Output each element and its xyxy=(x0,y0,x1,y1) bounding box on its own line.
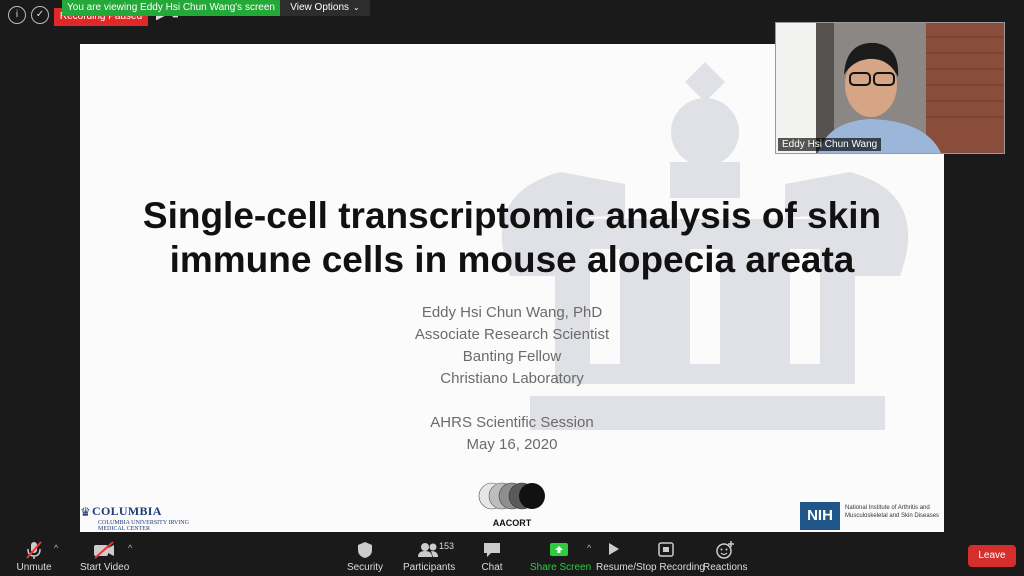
slide-title: Single-cell transcriptomic analysis of s… xyxy=(80,194,944,282)
smiley-plus-icon xyxy=(703,540,747,560)
unmute-button[interactable]: Unmute xyxy=(12,536,56,576)
columbia-logo-subtitle: COLUMBIA UNIVERSITY IRVING MEDICAL CENTE… xyxy=(98,520,189,532)
participants-count: 153 xyxy=(439,541,455,551)
chevron-down-icon: ⌄ xyxy=(353,3,360,12)
video-off-icon xyxy=(80,540,128,560)
nih-logo-box: NIH xyxy=(800,502,840,530)
share-screen-label: Share Screen xyxy=(530,562,592,573)
security-button[interactable]: Security xyxy=(345,536,385,576)
audio-options-chevron-icon[interactable]: ^ xyxy=(54,543,58,553)
resume-stop-recording-button[interactable]: Resume/Stop Recording xyxy=(596,536,705,576)
reactions-button[interactable]: Reactions xyxy=(703,536,747,576)
presenter-info: Eddy Hsi Chun Wang, PhD Associate Resear… xyxy=(80,302,944,456)
participant-video-tile[interactable]: Eddy Hsi Chun Wang xyxy=(775,22,1005,154)
shield-icon[interactable]: ✓ xyxy=(31,6,49,24)
aacort-logo: AACORT xyxy=(476,476,548,532)
view-options-button[interactable]: View Options ⌄ xyxy=(280,0,370,16)
unmute-label: Unmute xyxy=(16,562,52,573)
recording-label: Resume/Stop Recording xyxy=(596,562,705,573)
viewing-screen-banner: You are viewing Eddy Hsi Chun Wang's scr… xyxy=(62,0,280,16)
video-options-chevron-icon[interactable]: ^ xyxy=(128,543,132,553)
nih-logo: NIH National Institute of Arthritis and … xyxy=(800,502,940,530)
leave-meeting-button[interactable]: Leave xyxy=(968,545,1016,567)
crown-icon: ♛ xyxy=(80,505,91,519)
presenter-fellowship: Banting Fellow xyxy=(462,348,562,365)
chat-label: Chat xyxy=(481,562,503,573)
aacort-label: AACORT xyxy=(492,518,532,528)
columbia-logo-name: COLUMBIA xyxy=(92,504,162,518)
aacort-heads-icon xyxy=(478,482,545,510)
start-video-label: Start Video xyxy=(80,562,130,573)
share-options-chevron-icon[interactable]: ^ xyxy=(587,543,591,553)
session-name: AHRS Scientific Session xyxy=(430,414,594,431)
columbia-logo: ♛ COLUMBIA COLUMBIA UNIVERSITY IRVING ME… xyxy=(80,504,190,532)
participant-video-feed xyxy=(776,23,1004,153)
reactions-label: Reactions xyxy=(703,562,748,573)
chat-button[interactable]: Chat xyxy=(474,536,510,576)
nih-institute-text: National Institute of Arthritis and Musc… xyxy=(845,505,940,519)
share-screen-icon xyxy=(530,540,588,560)
session-date: May 16, 2020 xyxy=(466,436,558,453)
share-screen-button[interactable]: Share Screen xyxy=(530,536,592,576)
start-video-button[interactable]: Start Video xyxy=(80,536,130,576)
info-icon[interactable]: i xyxy=(8,6,26,24)
participants-label: Participants xyxy=(403,562,456,573)
presenter-name: Eddy Hsi Chun Wang, PhD xyxy=(421,304,603,321)
presenter-lab: Christiano Laboratory xyxy=(440,370,584,387)
slide-title-line-2: immune cells in mouse alopecia areata xyxy=(169,239,855,280)
view-options-label: View Options xyxy=(290,2,350,13)
chat-bubble-icon xyxy=(474,540,510,560)
security-shield-icon xyxy=(345,540,385,560)
recording-controls-icon xyxy=(596,540,694,560)
participant-name-label: Eddy Hsi Chun Wang xyxy=(778,138,882,151)
presenter-role: Associate Research Scientist xyxy=(414,326,610,343)
microphone-muted-icon xyxy=(12,540,56,560)
security-label: Security xyxy=(346,562,384,573)
meeting-toolbar: Unmute ^ Start Video ^ Security Particip… xyxy=(0,536,1024,576)
slide-title-line-1: Single-cell transcriptomic analysis of s… xyxy=(142,195,882,236)
